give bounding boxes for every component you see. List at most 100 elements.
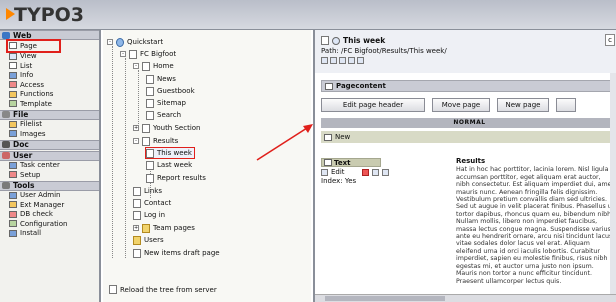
- content-edit-row: Edit: [321, 168, 451, 176]
- module-group-header[interactable]: Web: [0, 30, 99, 40]
- collapse-icon[interactable]: -: [107, 39, 113, 45]
- move-page-button[interactable]: Move page: [432, 98, 490, 112]
- reload-tree-link[interactable]: Reload the tree from server: [109, 285, 217, 294]
- info-icon[interactable]: [348, 57, 355, 64]
- tree-node[interactable]: Users: [133, 235, 164, 245]
- module-item-ext-manager[interactable]: Ext Manager: [0, 200, 99, 210]
- page-icon: [142, 61, 150, 71]
- filelist-icon: [9, 120, 17, 128]
- tree-node[interactable]: Report results: [146, 173, 206, 183]
- new-content-link[interactable]: New: [321, 131, 616, 143]
- view-icon[interactable]: [330, 57, 337, 64]
- module-item-configuration[interactable]: Configuration: [0, 219, 99, 229]
- new-page-button[interactable]: New page: [497, 98, 549, 112]
- module-item-functions[interactable]: Functions: [0, 90, 99, 100]
- close-icon[interactable]: c: [605, 34, 615, 46]
- scroll-thumb[interactable]: [325, 296, 445, 301]
- module-item-install[interactable]: Install: [0, 229, 99, 239]
- module-item-setup[interactable]: Setup: [0, 170, 99, 180]
- tree-node[interactable]: Last week: [146, 160, 192, 170]
- template-icon: [9, 100, 17, 108]
- db-check-icon: [9, 210, 17, 218]
- tree-node[interactable]: Log in: [133, 210, 165, 220]
- tree-guide-line: [125, 58, 126, 258]
- web-icon: [2, 31, 10, 39]
- logo-bar: TYPO3: [0, 0, 616, 30]
- edit-page-header-button[interactable]: Edit page header: [321, 98, 425, 112]
- page-icon: [9, 42, 17, 50]
- module-item-info[interactable]: Info: [0, 71, 99, 81]
- page-icon: [146, 86, 154, 96]
- tree-node[interactable]: - Results: [133, 136, 178, 146]
- new-record-icon: [324, 133, 332, 141]
- text-icon: [324, 159, 332, 166]
- module-item-task-center[interactable]: Task center: [0, 161, 99, 171]
- tree-node[interactable]: - Home: [133, 61, 174, 71]
- module-item-db-check[interactable]: DB check: [0, 210, 99, 220]
- expand-icon[interactable]: +: [133, 225, 139, 231]
- page-icon: [146, 173, 154, 183]
- globe-icon: [116, 37, 124, 47]
- page-path: Path: /FC Bigfoot/Results/This week/: [321, 47, 447, 55]
- collapse-icon[interactable]: -: [120, 51, 126, 57]
- content-paragraph: Hat in hoc hac porttitor, lacinia lorem.…: [456, 166, 615, 285]
- more-button[interactable]: [556, 98, 576, 112]
- page-toolbar: [321, 57, 364, 64]
- module-item-view[interactable]: View: [0, 52, 99, 62]
- configuration-icon: [9, 220, 17, 228]
- page-icon: [142, 123, 150, 133]
- tree-node[interactable]: Sitemap: [146, 98, 186, 108]
- module-item-filelist[interactable]: Filelist: [0, 120, 99, 130]
- tree-node[interactable]: Links: [133, 186, 162, 196]
- search-icon[interactable]: [332, 36, 340, 45]
- module-item-user-admin[interactable]: User Admin: [0, 191, 99, 201]
- setup-icon: [9, 171, 17, 179]
- module-item-images[interactable]: Images: [0, 129, 99, 139]
- content-element-meta: Text Edit Index: Yes: [321, 158, 451, 302]
- edit-link[interactable]: Edit: [331, 168, 345, 176]
- module-group-header[interactable]: File: [0, 109, 99, 120]
- tree-guide-line: [138, 70, 139, 124]
- page-icon: [133, 198, 141, 208]
- access-icon: [9, 81, 17, 89]
- module-item-template[interactable]: Template: [0, 99, 99, 109]
- content-element-body[interactable]: Results Hat in hoc hac porttitor, lacini…: [456, 158, 616, 298]
- tree-node[interactable]: Contact: [133, 198, 171, 208]
- module-group-web: Web Page View List Info Access Functions…: [0, 30, 99, 109]
- page-icon: [129, 49, 137, 59]
- module-group-header[interactable]: Doc: [0, 139, 99, 150]
- tree-node[interactable]: Guestbook: [146, 86, 195, 96]
- tree-node[interactable]: News: [146, 74, 176, 84]
- tree-node[interactable]: - FC Bigfoot: [120, 49, 176, 59]
- section-header-pagecontent[interactable]: Pagecontent: [321, 80, 616, 92]
- tree-node[interactable]: Search: [146, 110, 181, 120]
- horizontal-scrollbar[interactable]: [315, 294, 616, 302]
- delete-icon[interactable]: [381, 168, 389, 176]
- page-icon: [146, 98, 154, 108]
- move-up-icon[interactable]: [371, 168, 379, 176]
- tree-node[interactable]: + Team pages: [133, 223, 195, 233]
- module-item-access[interactable]: Access: [0, 80, 99, 90]
- module-item-page[interactable]: Page: [6, 39, 61, 53]
- images-icon: [9, 130, 17, 138]
- module-group-header[interactable]: Tools: [0, 180, 99, 191]
- tree-node[interactable]: New items draft page: [133, 248, 220, 258]
- edit-icon[interactable]: [321, 57, 328, 64]
- info-icon: [9, 71, 17, 79]
- tree-node-this-week[interactable]: This week: [145, 147, 195, 159]
- content-frame: This week Path: /FC Bigfoot/Results/This…: [313, 30, 616, 302]
- content-heading: Results: [456, 158, 486, 165]
- move-icon[interactable]: [357, 57, 364, 64]
- pencil-icon[interactable]: [321, 168, 328, 176]
- expand-icon[interactable]: +: [133, 125, 139, 131]
- history-icon[interactable]: [339, 57, 346, 64]
- hide-icon[interactable]: [361, 168, 369, 176]
- tree-node[interactable]: + Youth Section: [133, 123, 200, 133]
- tree-node-root[interactable]: - Quickstart: [107, 37, 163, 47]
- module-group-header[interactable]: User: [0, 150, 99, 161]
- vertical-scrollbar[interactable]: [610, 73, 616, 294]
- module-item-list[interactable]: List: [0, 61, 99, 71]
- tree-guide-line: [112, 46, 113, 258]
- collapse-icon[interactable]: -: [133, 138, 139, 144]
- collapse-icon[interactable]: -: [133, 63, 139, 69]
